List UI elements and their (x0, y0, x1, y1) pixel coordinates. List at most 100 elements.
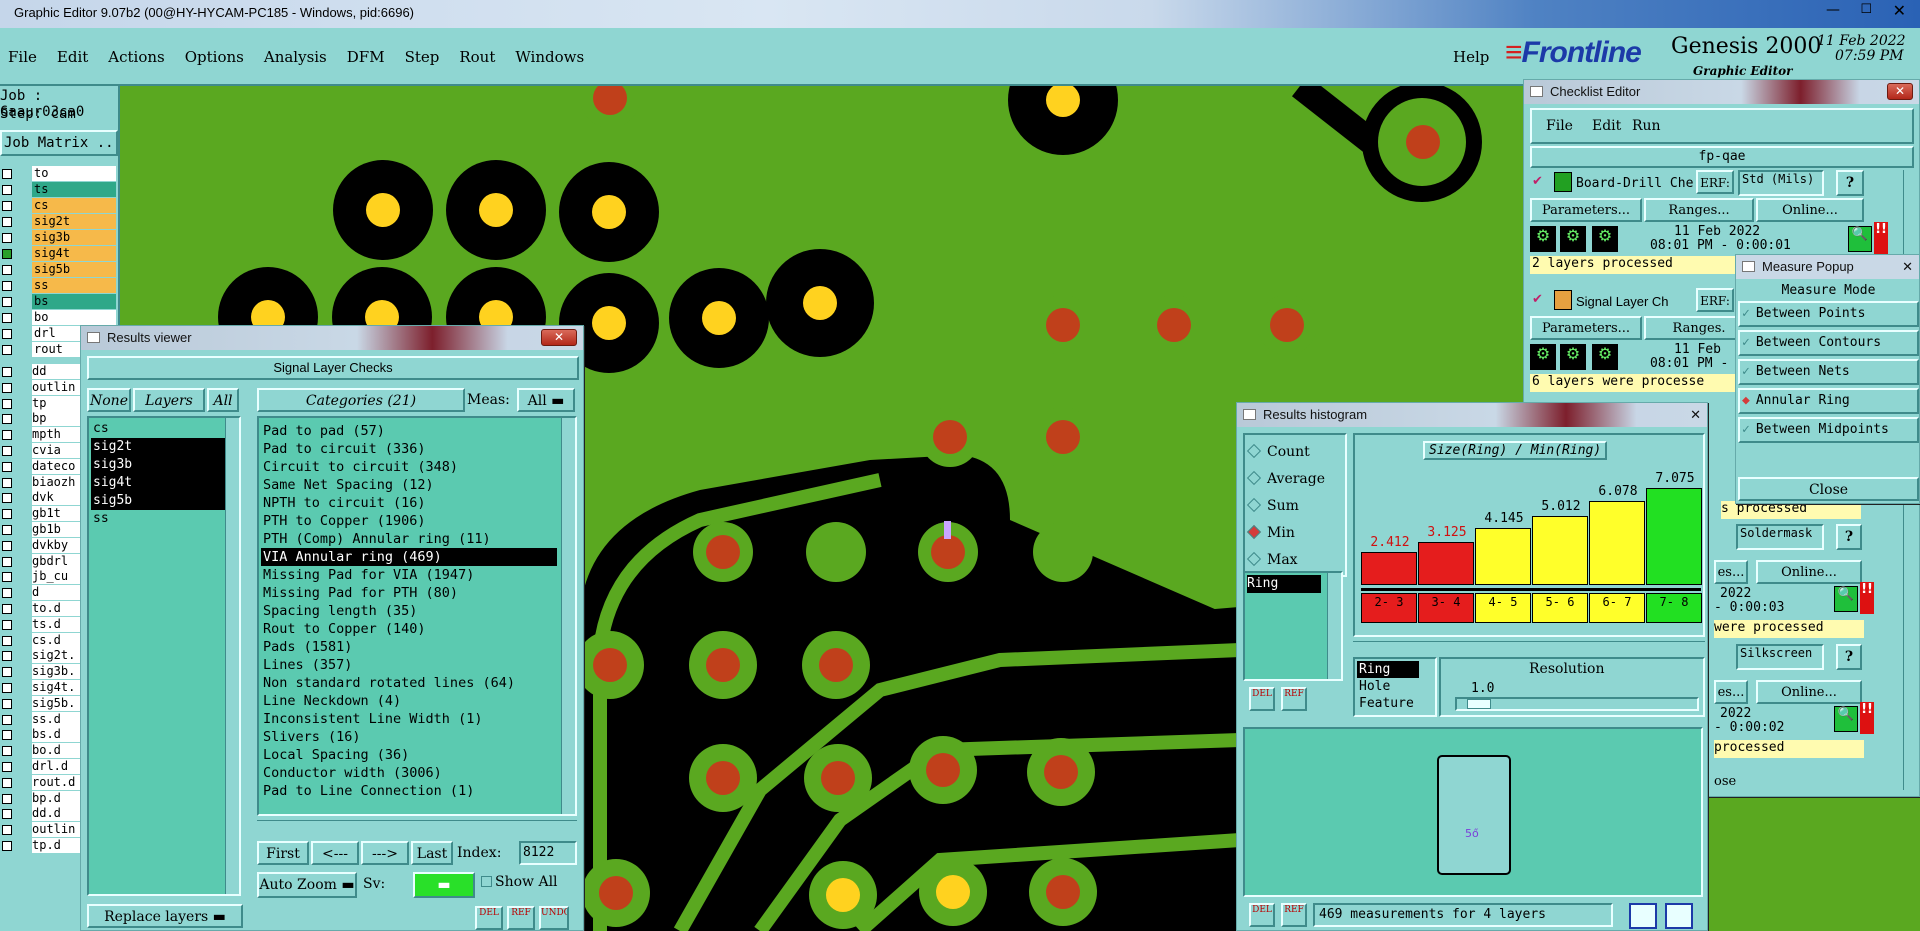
parameters-button[interactable]: Parameters... (1530, 198, 1642, 222)
histogram-bar[interactable]: 3.125 (1418, 525, 1474, 585)
layer-checkbox[interactable] (2, 619, 12, 630)
menu-dfm[interactable]: DFM (347, 48, 385, 66)
run-icon[interactable]: ⚙ (1530, 344, 1556, 370)
rv-layer-item[interactable]: sig3b (91, 456, 227, 474)
measure-option[interactable]: ✓ Between Points (1738, 301, 1919, 327)
erf-value[interactable]: Silkscreen (1736, 644, 1824, 670)
histogram-bar[interactable]: 2.412 (1361, 535, 1417, 585)
layer-checkbox[interactable] (2, 746, 12, 757)
layer-name[interactable]: cs (32, 198, 116, 213)
alert-icon[interactable]: !! (1874, 222, 1888, 254)
layer-checkbox[interactable] (2, 667, 12, 678)
close-icon[interactable]: ✕ (1887, 83, 1913, 100)
layer-row[interactable]: ts (0, 182, 118, 198)
checklist-item-silkscreen[interactable]: Silkscreen ? es... Online... 2022 - 0:00… (1714, 644, 1914, 744)
layer-name[interactable]: sig3b (32, 230, 116, 245)
undo-button[interactable]: UNDO (539, 906, 569, 930)
layer-checkbox[interactable] (2, 714, 12, 725)
layer-row[interactable]: to (0, 166, 118, 182)
ref-button[interactable]: REF (507, 906, 535, 930)
rv-layer-item[interactable]: ss (91, 510, 227, 528)
category-item[interactable]: Spacing length (35) (261, 602, 557, 620)
layer-checkbox[interactable] (2, 777, 12, 788)
layer-checkbox[interactable] (2, 588, 12, 599)
category-item[interactable]: Slivers (16) (261, 728, 557, 746)
online-button[interactable]: Online... (1756, 560, 1862, 584)
alert-icon[interactable]: !! (1860, 702, 1874, 734)
close-icon[interactable]: ✕ (1690, 403, 1701, 427)
category-item[interactable]: Pads (1581) (261, 638, 557, 656)
category-item[interactable]: Lines (357) (261, 656, 557, 674)
close-icon[interactable]: ✕ (1902, 255, 1913, 279)
last-button[interactable]: Last (411, 841, 453, 865)
menu-options[interactable]: Options (185, 48, 244, 66)
category-item[interactable]: Missing Pad for PTH (80) (261, 584, 557, 602)
layer-checkbox[interactable] (2, 477, 12, 488)
zoom-icon[interactable]: 🔍 (1834, 706, 1858, 732)
checklist-menu-file[interactable]: File (1546, 118, 1573, 134)
layer-checkbox[interactable] (2, 297, 12, 307)
histogram-bar[interactable]: 5.012 (1532, 499, 1588, 585)
layer-checkbox[interactable] (2, 793, 12, 804)
layer-checkbox[interactable] (2, 265, 12, 275)
layer-row[interactable]: bs (0, 294, 118, 310)
kind-list[interactable]: Ring (1243, 571, 1343, 681)
category-item[interactable]: Conductor width (3006) (261, 764, 557, 782)
layer-checkbox[interactable] (2, 414, 12, 425)
prev-button[interactable]: <--- (311, 841, 359, 865)
layer-checkbox[interactable] (2, 281, 12, 291)
layer-checkbox[interactable] (2, 185, 12, 195)
help-icon[interactable]: ? (1836, 524, 1862, 550)
hist-ref-button[interactable]: REF (1281, 687, 1307, 711)
checklist-menu-edit[interactable]: Edit (1592, 118, 1621, 134)
layer-name[interactable]: to (32, 166, 116, 181)
layer-checkbox[interactable] (2, 556, 12, 567)
layer-checkbox[interactable] (2, 682, 12, 693)
footer-del-button[interactable]: DEL (1249, 903, 1275, 927)
rv-layer-item[interactable]: sig4t (91, 474, 227, 492)
menu-edit[interactable]: Edit (57, 48, 88, 66)
run-icon[interactable]: ⚙ (1530, 226, 1556, 252)
layer-name[interactable]: ts (32, 182, 116, 197)
parameters-button[interactable]: Parameters... (1530, 316, 1642, 340)
none-button[interactable]: None (87, 388, 131, 412)
category-item[interactable]: Same Net Spacing (12) (261, 476, 557, 494)
layer-checkbox[interactable] (2, 825, 12, 836)
check-mark-icon[interactable]: ✔ (1532, 292, 1543, 307)
erf-value[interactable]: Std (Mils) (1738, 170, 1824, 196)
layer-checkbox[interactable] (2, 398, 12, 409)
layer-row[interactable]: ss (0, 278, 118, 294)
chart-hscrollbar[interactable] (1353, 641, 1705, 655)
sv-color-select[interactable]: ▬ (413, 872, 475, 898)
layer-checkbox[interactable] (2, 329, 12, 339)
category-item[interactable]: Inconsistent Line Width (1) (261, 710, 557, 728)
layer-checkbox[interactable] (2, 840, 12, 851)
categories-button[interactable]: Categories (21) (257, 388, 465, 412)
menu-file[interactable]: File (8, 48, 37, 66)
layer-checkbox[interactable] (2, 761, 12, 772)
kind-option[interactable]: Hole (1357, 678, 1419, 695)
layer-row[interactable]: cs (0, 198, 118, 214)
run-icon[interactable]: ⚙ (1560, 344, 1586, 370)
layer-checkbox[interactable] (2, 313, 12, 323)
category-list[interactable]: Pad to pad (57) Pad to circuit (336) Circu… (257, 416, 577, 816)
rv-layer-item[interactable]: cs (91, 420, 227, 438)
alert-icon[interactable]: !! (1860, 582, 1874, 614)
histogram-bar[interactable]: 6.078 (1589, 484, 1645, 585)
category-item[interactable]: Missing Pad for VIA (1947) (261, 566, 557, 584)
layer-name[interactable]: sig5b (32, 262, 116, 277)
category-item[interactable]: Pad to Line Connection (1) (261, 782, 557, 800)
category-item[interactable]: PTH (Comp) Annular ring (11) (261, 530, 557, 548)
close-icon[interactable]: ✕ (1893, 1, 1906, 20)
zoom-icon[interactable]: 🔍 (1848, 226, 1872, 252)
del-button[interactable]: DEL (475, 906, 503, 930)
job-matrix-button[interactable]: Job Matrix ... (0, 130, 118, 156)
measure-option[interactable]: ✓ Between Contours (1738, 330, 1919, 356)
category-item[interactable]: PTH to Copper (1906) (261, 512, 557, 530)
mode-option[interactable]: Sum (1245, 493, 1345, 520)
layer-checkbox[interactable] (2, 445, 12, 456)
layer-row[interactable]: sig2t (0, 214, 118, 230)
layer-checkbox[interactable] (2, 572, 12, 583)
layer-checkbox[interactable] (2, 651, 12, 662)
close-button-partial[interactable]: ose (1714, 774, 1736, 789)
